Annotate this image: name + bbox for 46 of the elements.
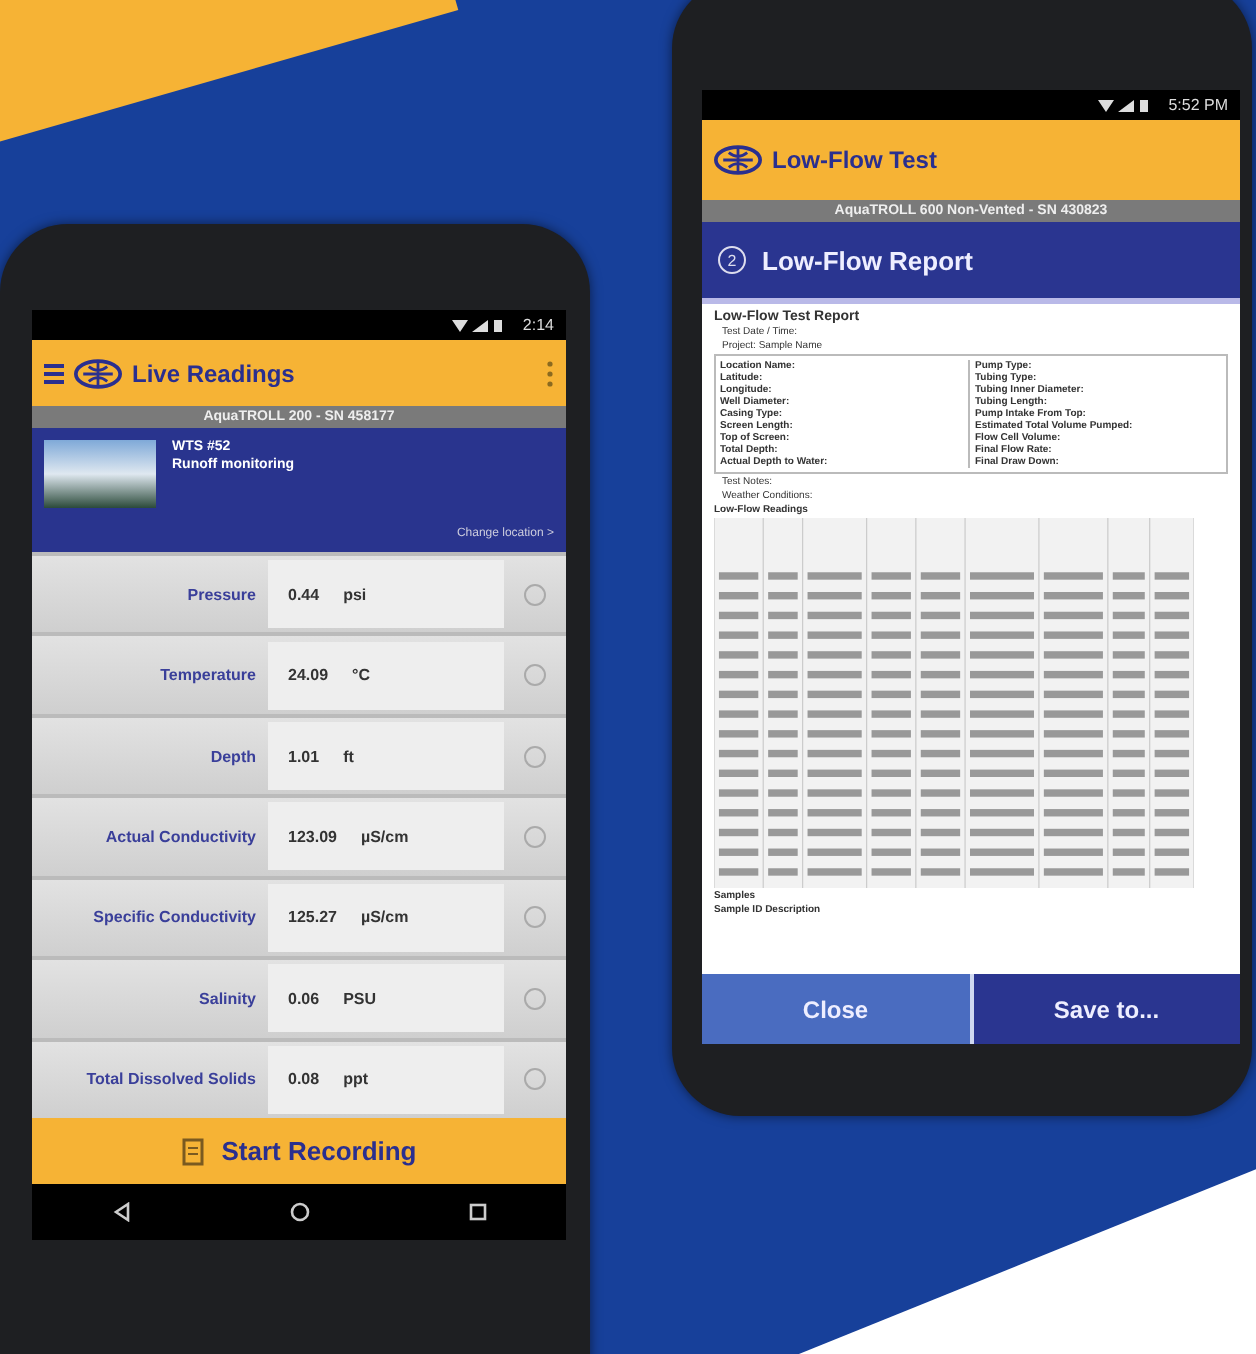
reading-label: Pressure — [185, 585, 258, 604]
radio-button[interactable] — [524, 583, 546, 606]
app-title: Low-Flow Test — [772, 146, 939, 174]
start-recording-button[interactable]: Start Recording — [32, 1118, 566, 1184]
status-time: 2:14 — [522, 316, 554, 334]
reading-unit: PSU — [343, 989, 377, 1008]
globe-logo-icon — [74, 357, 122, 389]
reading-unit: °C — [352, 666, 371, 685]
clipboard-icon — [181, 1137, 206, 1165]
more-options-icon[interactable] — [546, 359, 554, 387]
recents-icon[interactable] — [467, 1202, 487, 1222]
back-icon[interactable] — [111, 1202, 131, 1222]
radio-button[interactable] — [524, 1068, 546, 1091]
reading-label: Actual Conductivity — [103, 827, 258, 846]
globe-logo-icon — [714, 144, 762, 176]
reading-label: Depth — [208, 747, 258, 766]
reading-unit: ppt — [343, 1070, 369, 1089]
reading-value: 123.09 — [288, 827, 337, 846]
reading-label: Salinity — [197, 989, 258, 1008]
reading-unit: psi — [343, 585, 367, 604]
save-button[interactable]: Save to... — [973, 974, 1240, 1044]
radio-button[interactable] — [524, 664, 546, 687]
radio-button[interactable] — [524, 745, 546, 768]
step-number: 2 — [718, 246, 746, 274]
reading-value: 24.09 — [288, 666, 329, 685]
reading-value: 125.27 — [288, 908, 337, 927]
reading-value: 1.01 — [288, 747, 320, 766]
report-title: Low-Flow Report — [762, 245, 973, 275]
reading-unit: µS/cm — [360, 908, 409, 927]
radio-button[interactable] — [524, 987, 546, 1010]
menu-icon[interactable] — [44, 363, 64, 383]
photo-placeholder — [44, 440, 156, 508]
status-time: 5:52 PM — [1168, 96, 1228, 114]
reading-value: 0.08 — [288, 1070, 320, 1089]
app-title: Live Readings — [132, 359, 297, 387]
home-icon[interactable] — [289, 1202, 309, 1222]
reading-unit: µS/cm — [360, 827, 409, 846]
reading-value: 0.44 — [288, 585, 320, 604]
reading-value: 0.06 — [288, 989, 320, 1008]
reading-label: Specific Conductivity — [91, 908, 258, 927]
reading-label: Total Dissolved Solids — [84, 1070, 258, 1089]
radio-button[interactable] — [524, 825, 546, 848]
reading-label: Temperature — [158, 666, 258, 685]
reading-unit: ft — [343, 747, 354, 766]
close-button[interactable]: Close — [702, 974, 973, 1044]
radio-button[interactable] — [524, 906, 546, 929]
